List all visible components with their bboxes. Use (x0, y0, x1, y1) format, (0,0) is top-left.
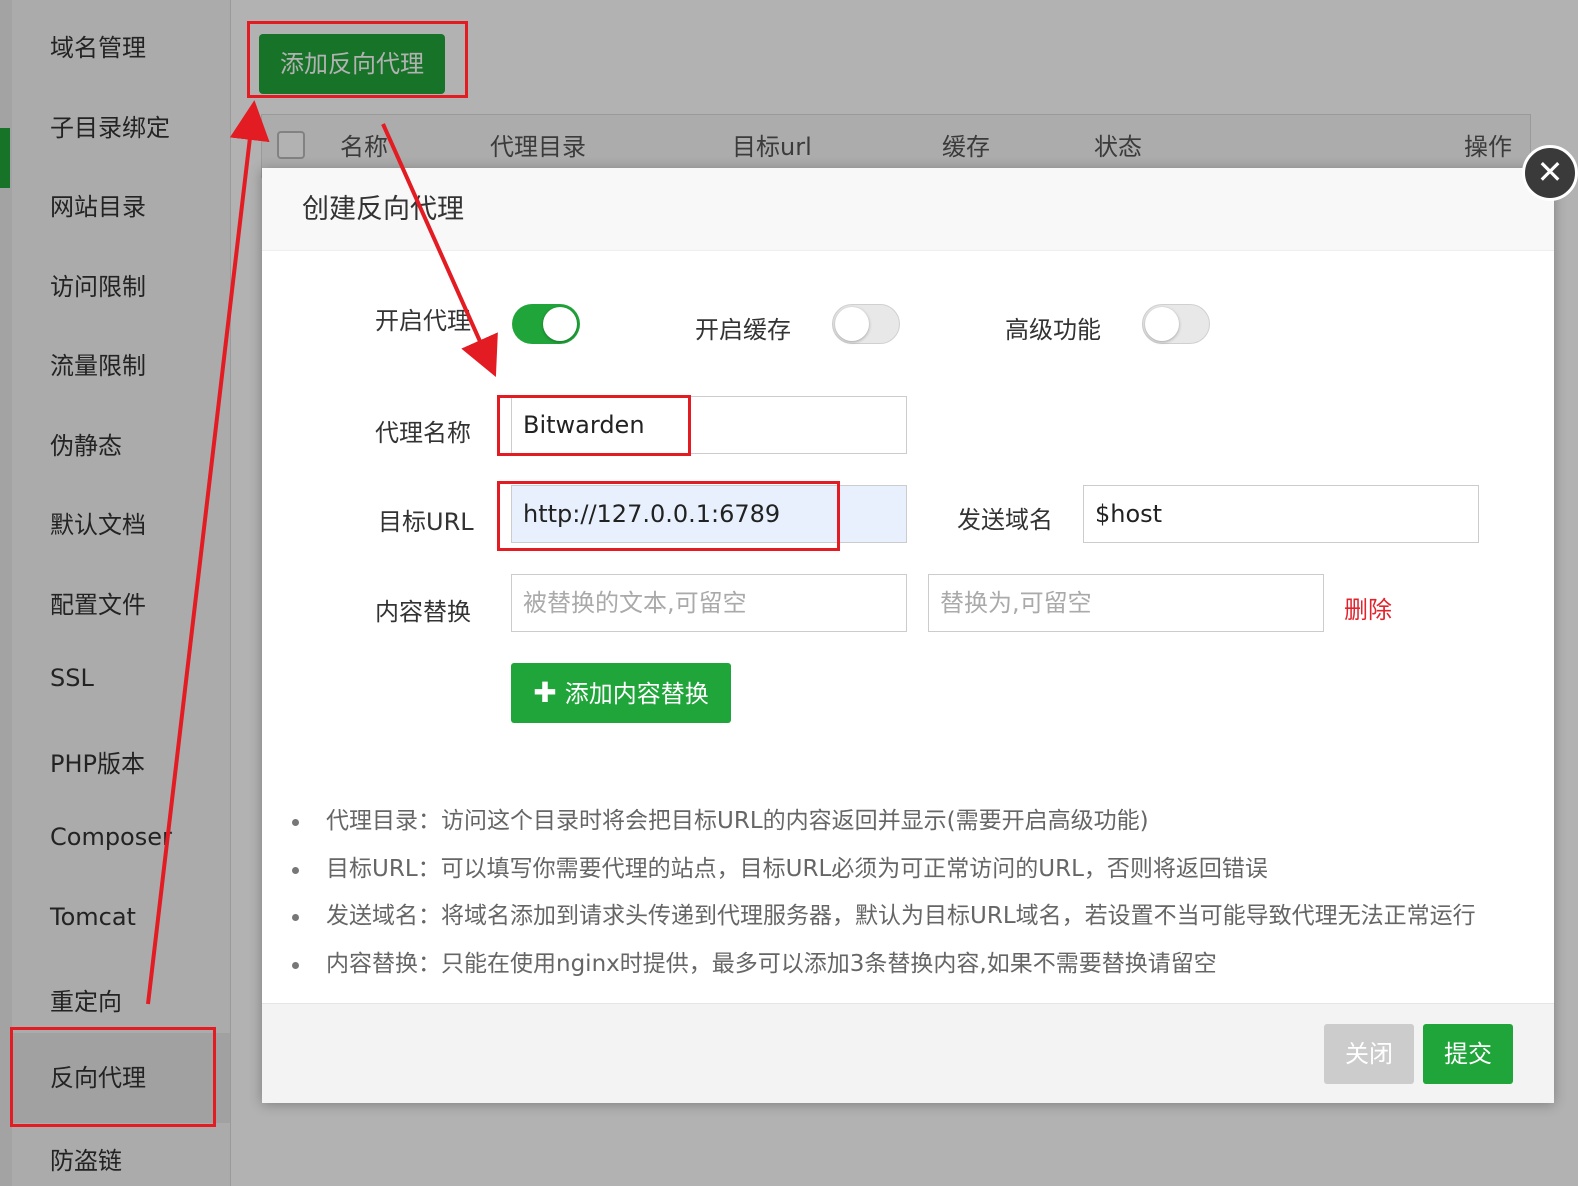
toggle-knob (1145, 307, 1179, 341)
enable-cache-label: 开启缓存 (695, 316, 791, 344)
content-replace-label: 内容替换 (375, 598, 471, 626)
enable-proxy-label: 开启代理 (375, 307, 471, 335)
dialog-header: 创建反向代理 (262, 168, 1554, 251)
tip-proxy-dir: 代理目录：访问这个目录时将会把目标URL的内容返回并显示(需要开启高级功能) (292, 798, 1542, 846)
send-domain-label: 发送域名 (957, 506, 1053, 534)
enable-proxy-toggle[interactable] (512, 304, 580, 344)
toggle-knob (543, 307, 577, 341)
target-url-input[interactable]: http://127.0.0.1:6789 (511, 485, 907, 543)
replace-to-input[interactable]: 替换为,可留空 (928, 574, 1324, 632)
proxy-name-label: 代理名称 (375, 419, 471, 447)
target-url-label: 目标URL (378, 508, 474, 536)
tip-target-url: 目标URL：可以填写你需要代理的站点，目标URL必须为可正常访问的URL，否则将… (292, 846, 1542, 894)
plus-icon: ✚ (533, 676, 557, 709)
toggle-knob (835, 307, 869, 341)
submit-button[interactable]: 提交 (1423, 1024, 1513, 1084)
dialog-footer: 关闭 提交 (262, 1003, 1554, 1103)
tip-content-replace: 内容替换：只能在使用nginx时提供，最多可以添加3条替换内容,如果不需要替换请… (292, 941, 1542, 989)
advanced-toggle[interactable] (1142, 304, 1210, 344)
send-domain-input[interactable]: $host (1083, 485, 1479, 543)
page: 域名管理 子目录绑定 网站目录 访问限制 流量限制 伪静态 默认文档 配置文件 … (0, 0, 1578, 1186)
delete-replace-link[interactable]: 删除 (1344, 590, 1392, 625)
close-icon[interactable]: ✕ (1522, 145, 1578, 201)
enable-cache-toggle[interactable] (832, 304, 900, 344)
add-content-replace-button[interactable]: ✚ 添加内容替换 (511, 663, 731, 723)
help-tips-list: 代理目录：访问这个目录时将会把目标URL的内容返回并显示(需要开启高级功能) 目… (292, 798, 1542, 988)
replace-from-input[interactable]: 被替换的文本,可留空 (511, 574, 907, 632)
proxy-name-input[interactable]: Bitwarden (511, 396, 907, 454)
add-content-replace-label: 添加内容替换 (564, 680, 709, 708)
advanced-label: 高级功能 (1005, 316, 1101, 344)
tip-send-domain: 发送域名：将域名添加到请求头传递到代理服务器，默认为目标URL域名，若设置不当可… (292, 893, 1542, 941)
create-reverse-proxy-dialog: 创建反向代理 开启代理 开启缓存 高级功能 代理名称 Bitwarden 目标U… (262, 168, 1554, 1103)
close-button[interactable]: 关闭 (1324, 1024, 1414, 1084)
dialog-title: 创建反向代理 (302, 194, 464, 225)
